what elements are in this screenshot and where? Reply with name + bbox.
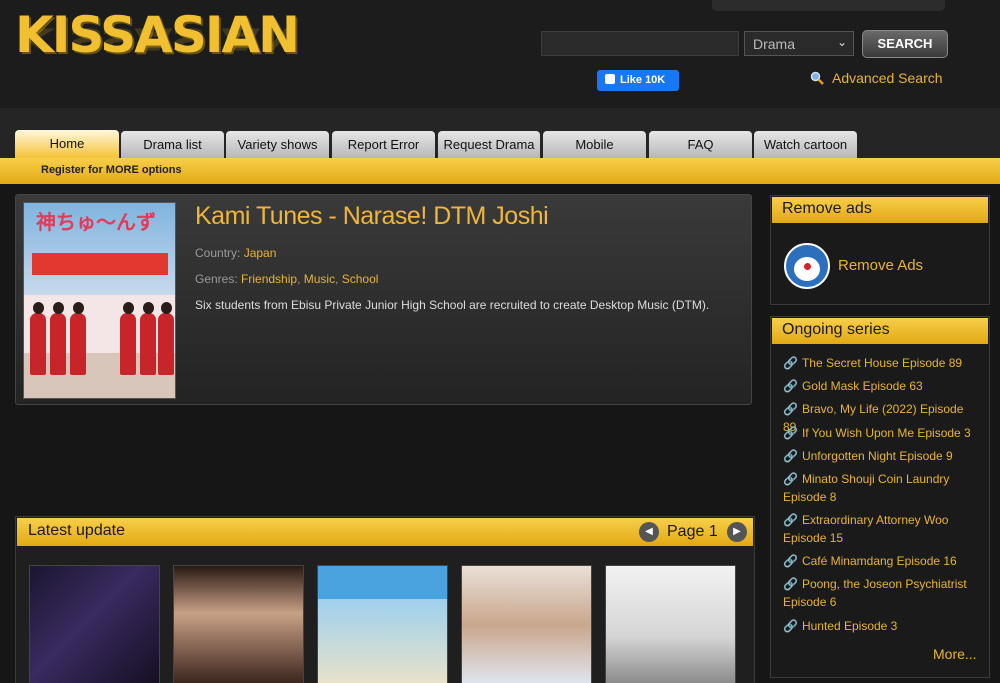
series-link[interactable]: Unforgotten Night Episode 9 — [802, 449, 953, 463]
series-item[interactable]: 🔗 Poong, the Joseon Psychiatrist Episode … — [783, 575, 978, 611]
search-type-value: Drama — [753, 36, 796, 52]
page-indicator: Page 1 — [667, 523, 718, 540]
genre-link[interactable]: Music — [304, 272, 335, 286]
series-item[interactable]: 🔗 The Secret House Episode 89 — [783, 354, 978, 372]
paperclip-icon: 🔗 — [783, 356, 798, 370]
advanced-search-link[interactable]: Advanced Search — [810, 70, 943, 90]
cover-figure — [70, 302, 86, 375]
show-title[interactable]: Kami Tunes - Narase! DTM Joshi — [195, 202, 549, 231]
show-country: Country: Japan — [195, 246, 276, 260]
latest-update-title: Latest update — [28, 522, 125, 539]
paperclip-icon: 🔗 — [783, 402, 798, 416]
tab-home[interactable]: Home — [15, 130, 119, 159]
paperclip-icon: 🔗 — [783, 513, 798, 527]
cover-figure — [158, 302, 174, 375]
ongoing-series-title: Ongoing series — [772, 318, 988, 344]
cover-figure — [140, 302, 156, 375]
genre-link[interactable]: Friendship — [241, 272, 297, 286]
paperclip-icon: 🔗 — [783, 426, 798, 440]
country-link[interactable]: Japan — [244, 246, 277, 260]
paperclip-icon: 🔗 — [783, 577, 798, 591]
paperclip-icon: 🔗 — [783, 379, 798, 393]
series-link[interactable]: Minato Shouji Coin Laundry Episode 8 — [783, 472, 949, 504]
series-item[interactable]: 🔗 Unforgotten Night Episode 9 — [783, 447, 978, 465]
search-type-select[interactable]: Drama ⌄ — [744, 31, 854, 56]
latest-thumbnail[interactable] — [29, 565, 160, 683]
cover-figure — [120, 302, 136, 375]
series-link[interactable]: The Secret House Episode 89 — [802, 356, 962, 370]
tab-faq[interactable]: FAQ — [649, 131, 752, 159]
latest-thumbnail[interactable] — [605, 565, 736, 683]
latest-thumbnail[interactable] — [173, 565, 304, 683]
series-item[interactable]: 🔗 Gold Mask Episode 63 — [783, 377, 978, 395]
cover-figure — [30, 302, 46, 375]
series-link[interactable]: Poong, the Joseon Psychiatrist Episode 6 — [783, 577, 967, 609]
advanced-search-label: Advanced Search — [832, 70, 943, 86]
series-link[interactable]: Extraordinary Attorney Woo Episode 15 — [783, 513, 948, 545]
country-label: Country: — [195, 246, 241, 260]
tab-watch-cartoon[interactable]: Watch cartoon — [754, 131, 857, 159]
site-logo[interactable]: KISSASIAN KISSASIAN — [15, 0, 340, 92]
tab-variety-shows[interactable]: Variety shows — [226, 131, 329, 159]
series-item[interactable]: 🔗 Minato Shouji Coin Laundry Episode 8 — [783, 470, 978, 506]
series-item[interactable]: 🔗 If You Wish Upon Me Episode 3 — [783, 424, 978, 442]
search-button[interactable]: SEARCH — [862, 30, 948, 58]
top-bar-decoration — [712, 0, 945, 11]
series-link[interactable]: If You Wish Upon Me Episode 3 — [802, 426, 971, 440]
search-input[interactable] — [541, 31, 739, 56]
facebook-like-button[interactable]: Like 10K — [597, 70, 679, 91]
genres-label: Genres: — [195, 272, 238, 286]
show-genres: Genres: Friendship, Music, School — [195, 272, 379, 286]
sub-nav-bar: Register for MORE options — [0, 158, 1000, 184]
cover-banner — [32, 253, 168, 275]
series-link[interactable]: Gold Mask Episode 63 — [802, 379, 923, 393]
show-description: Six students from Ebisu Private Junior H… — [195, 298, 710, 312]
series-link[interactable]: Hunted Episode 3 — [802, 619, 897, 633]
doraemon-icon[interactable] — [784, 243, 830, 289]
register-link[interactable]: Register for MORE options — [41, 164, 182, 176]
latest-thumbnail[interactable] — [317, 565, 448, 683]
logo-reflection: KISSASIAN — [15, 21, 298, 56]
tab-mobile[interactable]: Mobile — [543, 131, 646, 159]
series-item[interactable]: 🔗 Hunted Episode 3 — [783, 617, 978, 635]
genre-link[interactable]: School — [342, 272, 379, 286]
series-item[interactable]: 🔗 Extraordinary Attorney Woo Episode 15 — [783, 511, 978, 547]
tab-drama-list[interactable]: Drama list — [121, 131, 224, 159]
arrow-left-icon[interactable]: ◀ — [639, 522, 659, 542]
paperclip-icon: 🔗 — [783, 472, 798, 486]
arrow-right-icon[interactable]: ▶ — [727, 522, 747, 542]
latest-thumbnail[interactable] — [461, 565, 592, 683]
search-icon — [810, 71, 824, 85]
tab-report-error[interactable]: Report Error — [332, 131, 435, 159]
series-item[interactable]: 🔗 Café Minamdang Episode 16 — [783, 552, 978, 570]
like-label: Like 10K — [620, 74, 666, 86]
paperclip-icon: 🔗 — [783, 619, 798, 633]
doraemon-nose — [804, 263, 811, 270]
paperclip-icon: 🔗 — [783, 449, 798, 463]
cover-title: 神ちゅ～んず — [36, 212, 156, 234]
tab-request-drama[interactable]: Request Drama — [438, 131, 540, 159]
paperclip-icon: 🔗 — [783, 554, 798, 568]
remove-ads-link[interactable]: Remove Ads — [838, 257, 923, 274]
remove-ads-title: Remove ads — [772, 197, 988, 223]
like-thumb-icon — [605, 74, 615, 84]
series-link[interactable]: Café Minamdang Episode 16 — [802, 554, 957, 568]
cover-figure — [50, 302, 66, 375]
more-link[interactable]: More... — [933, 646, 977, 662]
chevron-down-icon: ⌄ — [836, 35, 847, 49]
show-cover-image[interactable]: 神ちゅ～んず — [23, 202, 176, 399]
